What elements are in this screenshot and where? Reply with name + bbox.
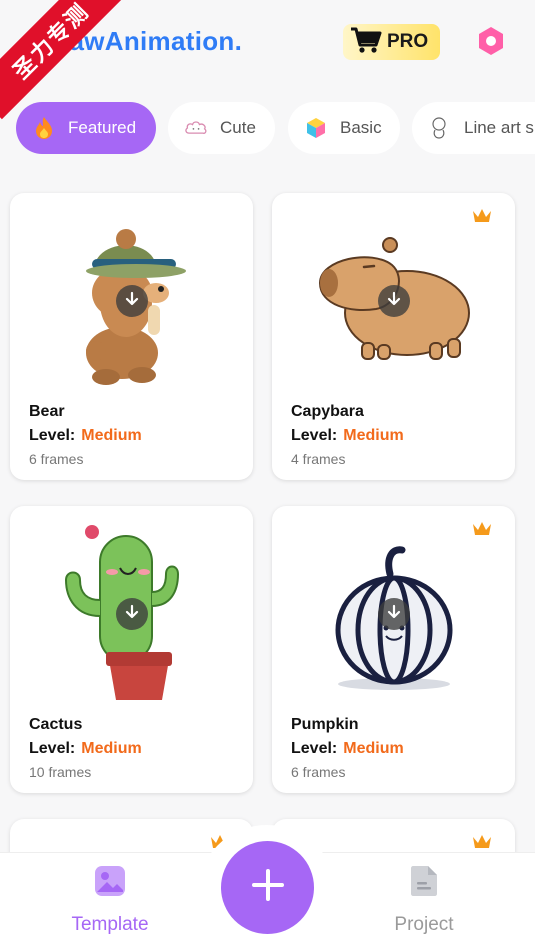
cart-icon xyxy=(349,25,383,60)
settings-button[interactable] xyxy=(474,26,508,60)
card-level: Level: Medium xyxy=(29,740,142,757)
card-title: Capybara xyxy=(291,403,364,420)
nav-template[interactable]: Template xyxy=(50,865,170,936)
card-frames: 6 frames xyxy=(291,764,346,780)
chip-basic[interactable]: Basic xyxy=(288,102,400,154)
gear-icon xyxy=(475,25,507,62)
card-frames: 10 frames xyxy=(29,764,92,780)
chip-label: Basic xyxy=(340,118,382,137)
download-button[interactable] xyxy=(115,285,148,317)
download-icon xyxy=(124,291,140,312)
nav-project[interactable]: Project xyxy=(364,865,484,936)
crown-icon xyxy=(471,520,493,543)
template-card[interactable]: Cactus Level: Medium 10 frames xyxy=(10,506,253,793)
chip-cute[interactable]: Cute xyxy=(168,102,275,154)
card-level: Level: Medium xyxy=(29,427,142,444)
category-chips: Featured Cute Basic Line art s xyxy=(0,102,535,156)
fire-icon xyxy=(32,116,56,140)
pro-button[interactable]: PRO xyxy=(343,24,440,60)
cloud-icon xyxy=(184,116,208,140)
template-card[interactable]: Pumpkin Level: Medium 6 frames xyxy=(272,506,515,793)
image-icon xyxy=(94,865,126,902)
download-icon xyxy=(124,604,140,625)
card-title: Cactus xyxy=(29,716,83,733)
card-level: Level: Medium xyxy=(291,740,404,757)
card-frames: 4 frames xyxy=(291,451,346,467)
nav-project-label: Project xyxy=(394,914,454,935)
chip-featured[interactable]: Featured xyxy=(16,102,156,154)
download-icon xyxy=(386,291,402,312)
nav-template-label: Template xyxy=(71,914,149,935)
crown-icon xyxy=(471,207,493,230)
plus-icon xyxy=(250,867,286,908)
download-button[interactable] xyxy=(377,598,410,630)
template-card[interactable]: Bear Level: Medium 6 frames xyxy=(10,193,253,480)
cube-icon xyxy=(304,116,328,140)
card-level: Level: Medium xyxy=(291,427,404,444)
card-frames: 6 frames xyxy=(29,451,84,467)
download-button[interactable] xyxy=(115,598,148,630)
level-value: Medium xyxy=(343,740,404,757)
template-card[interactable]: Capybara Level: Medium 4 frames xyxy=(272,193,515,480)
level-value: Medium xyxy=(81,427,142,444)
chip-label: Cute xyxy=(220,118,256,137)
level-value: Medium xyxy=(343,427,404,444)
chip-line-art[interactable]: Line art s xyxy=(412,102,535,154)
chip-label: Featured xyxy=(68,118,137,137)
download-button[interactable] xyxy=(377,285,410,317)
document-icon xyxy=(410,865,438,902)
pro-label: PRO xyxy=(387,31,429,52)
card-title: Bear xyxy=(29,403,65,420)
create-button[interactable] xyxy=(221,841,314,934)
level-value: Medium xyxy=(81,740,142,757)
card-title: Pumpkin xyxy=(291,716,359,733)
chip-label: Line art s xyxy=(464,118,534,137)
download-icon xyxy=(386,604,402,625)
sketch-icon xyxy=(428,116,452,140)
